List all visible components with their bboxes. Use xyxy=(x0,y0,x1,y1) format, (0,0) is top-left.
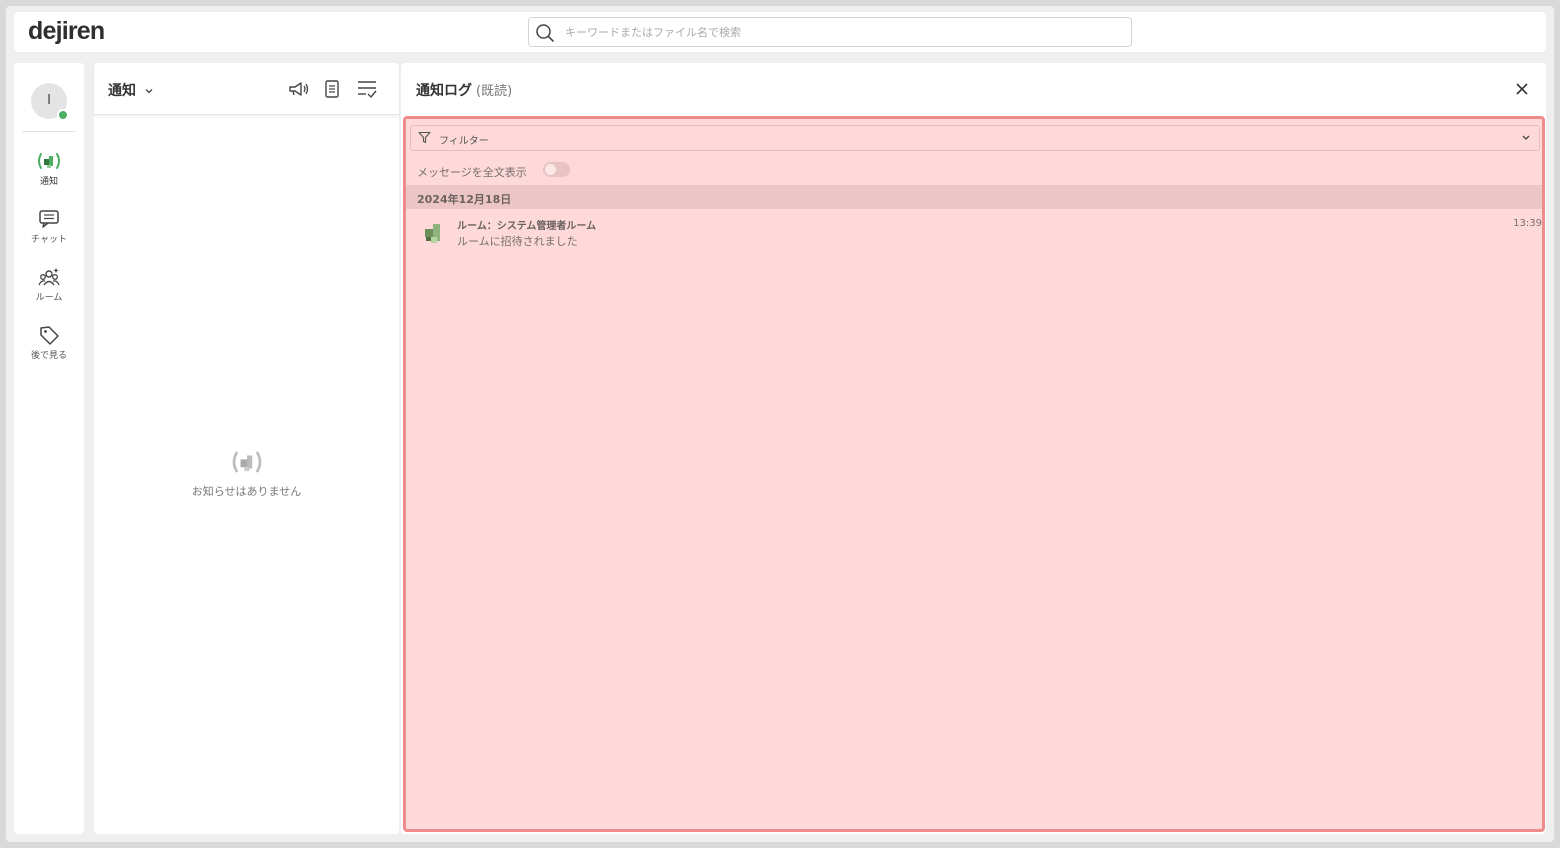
avatar-initial: I xyxy=(47,93,51,108)
search-input[interactable] xyxy=(565,22,1105,42)
log-entry-message: ルームに招待されました xyxy=(457,235,578,248)
filter-dropdown[interactable]: フィルター xyxy=(410,125,1540,151)
fulltext-toggle-label: メッセージを全文表示 xyxy=(417,166,527,179)
notification-log-panel: 通知ログ (既読) フィルター メッセージを全文表示 2024年12月18日 ル… xyxy=(401,63,1546,834)
rail-item-room[interactable]: ルーム xyxy=(14,267,84,317)
notification-icon xyxy=(232,451,261,473)
chevron-down-icon xyxy=(1522,135,1530,140)
room-icon xyxy=(38,268,60,286)
document-icon[interactable] xyxy=(323,79,341,99)
rail-item-label: 通知 xyxy=(39,177,58,187)
log-title-text: 通知ログ xyxy=(416,83,472,99)
top-bar: dejiren xyxy=(14,12,1546,52)
app-logo[interactable]: dejiren xyxy=(28,17,105,46)
rail-item-label: チャット xyxy=(31,235,67,245)
rail-item-label: ルーム xyxy=(35,293,63,303)
rail-divider xyxy=(22,131,76,132)
log-entry[interactable]: ルーム：システム管理者ルーム ルームに招待されました 13:39 xyxy=(406,213,1542,249)
date-header: 2024年12月18日 xyxy=(406,185,1542,209)
log-title: 通知ログ (既読) xyxy=(416,80,512,100)
empty-state-message: お知らせはありません xyxy=(191,485,302,498)
empty-state: お知らせはありません xyxy=(94,449,399,499)
fulltext-toggle[interactable] xyxy=(543,162,570,177)
log-entry-time: 13:39 xyxy=(1513,218,1542,229)
online-status-dot xyxy=(57,109,69,121)
rail-item-chat[interactable]: チャット xyxy=(14,209,84,259)
chat-icon xyxy=(39,210,59,228)
mark-all-read-icon[interactable] xyxy=(356,79,378,99)
avatar[interactable]: I xyxy=(31,83,69,121)
close-icon[interactable] xyxy=(1512,79,1532,99)
log-content-area: フィルター メッセージを全文表示 2024年12月18日 ルーム：システム管理者… xyxy=(403,116,1545,832)
notification-type-dropdown[interactable]: 通知 xyxy=(108,80,154,100)
chevron-down-icon xyxy=(145,89,153,94)
search-box[interactable] xyxy=(528,17,1132,47)
toggle-knob xyxy=(545,164,556,175)
search-icon xyxy=(536,24,554,42)
tag-icon xyxy=(40,326,59,345)
notification-panel-header: 通知 xyxy=(94,63,399,115)
filter-label: フィルター xyxy=(439,136,489,147)
rail-item-watch-later[interactable]: 後で見る xyxy=(14,325,84,375)
log-entry-room: ルーム：システム管理者ルーム xyxy=(457,221,597,232)
room-avatar-icon xyxy=(425,224,440,243)
rail-item-label: 後で見る xyxy=(30,351,67,361)
date-label: 2024年12月18日 xyxy=(417,193,512,206)
notification-panel: 通知 お知らせはありません xyxy=(94,63,399,834)
filter-icon xyxy=(418,131,431,144)
log-subtitle: (既読) xyxy=(476,84,513,99)
megaphone-icon[interactable] xyxy=(287,79,309,99)
rail-item-notifications[interactable]: 通知 xyxy=(14,151,84,201)
side-rail: I 通知 チャット ルーム 後で見る xyxy=(14,63,84,834)
notification-icon xyxy=(38,153,60,169)
notification-panel-title: 通知 xyxy=(108,83,136,99)
